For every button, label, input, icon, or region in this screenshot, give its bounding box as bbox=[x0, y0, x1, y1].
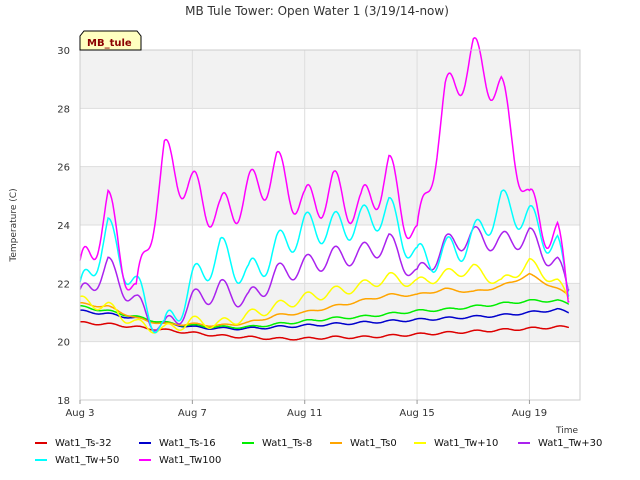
y-tick-label: 20 bbox=[57, 338, 70, 349]
plot-band bbox=[80, 50, 580, 109]
y-axis-title: Temperature (C) bbox=[9, 188, 19, 262]
legend: Wat1_Ts-32 Wat1_Ts-16 Wat1_Ts-8 Wat1_Ts0 Wat… bbox=[35, 438, 602, 466]
y-tick-label: 28 bbox=[57, 104, 70, 115]
legend-label: Wat1_Tw+50 bbox=[55, 455, 119, 466]
station-tag: MB_tule bbox=[79, 30, 142, 51]
chart-container: 18 20 22 24 26 28 30 Aug 3 Aug 7 Aug 11 Aug 15 Aug … bbox=[0, 0, 640, 480]
legend-item: Wat1_Tw+50 bbox=[35, 455, 119, 466]
legend-label: Wat1_Tw+30 bbox=[538, 438, 602, 449]
legend-item: Wat1_Ts-32 bbox=[35, 438, 112, 449]
chart-title: MB Tule Tower: Open Water 1 (3/19/14-now… bbox=[185, 4, 449, 18]
legend-item: Wat1_Tw+30 bbox=[518, 438, 602, 449]
y-tick-label: 22 bbox=[57, 279, 70, 290]
line-chart: 18 20 22 24 26 28 30 Aug 3 Aug 7 Aug 11 Aug 15 Aug … bbox=[9, 4, 602, 466]
y-tick-label: 24 bbox=[57, 221, 70, 232]
station-tag-label: MB_tule bbox=[87, 38, 132, 49]
legend-item: Wat1_Ts-16 bbox=[139, 438, 216, 449]
y-tick-label: 26 bbox=[57, 163, 70, 174]
legend-label: Wat1_Ts-32 bbox=[55, 438, 112, 449]
y-tick-label: 18 bbox=[57, 396, 70, 407]
x-tick-label: Aug 7 bbox=[178, 408, 207, 419]
x-tick-label: Aug 3 bbox=[65, 408, 94, 419]
x-axis-title: Time bbox=[555, 426, 578, 436]
legend-label: Wat1_Ts0 bbox=[350, 438, 397, 449]
legend-item: Wat1_Ts-8 bbox=[242, 438, 312, 449]
legend-item: Wat1_Tw+10 bbox=[414, 438, 498, 449]
legend-item: Wat1_Ts0 bbox=[330, 438, 397, 449]
legend-label: Wat1_Ts-16 bbox=[159, 438, 216, 449]
legend-label: Wat1_Ts-8 bbox=[262, 438, 312, 449]
x-tick-label: Aug 19 bbox=[512, 408, 547, 419]
x-tick-label: Aug 15 bbox=[399, 408, 434, 419]
plot-band bbox=[80, 166, 580, 225]
y-tick-label: 30 bbox=[57, 46, 70, 57]
legend-item: Wat1_Tw100 bbox=[139, 455, 221, 466]
x-tick-label: Aug 11 bbox=[287, 408, 322, 419]
legend-label: Wat1_Tw+10 bbox=[434, 438, 498, 449]
legend-label: Wat1_Tw100 bbox=[159, 455, 221, 466]
